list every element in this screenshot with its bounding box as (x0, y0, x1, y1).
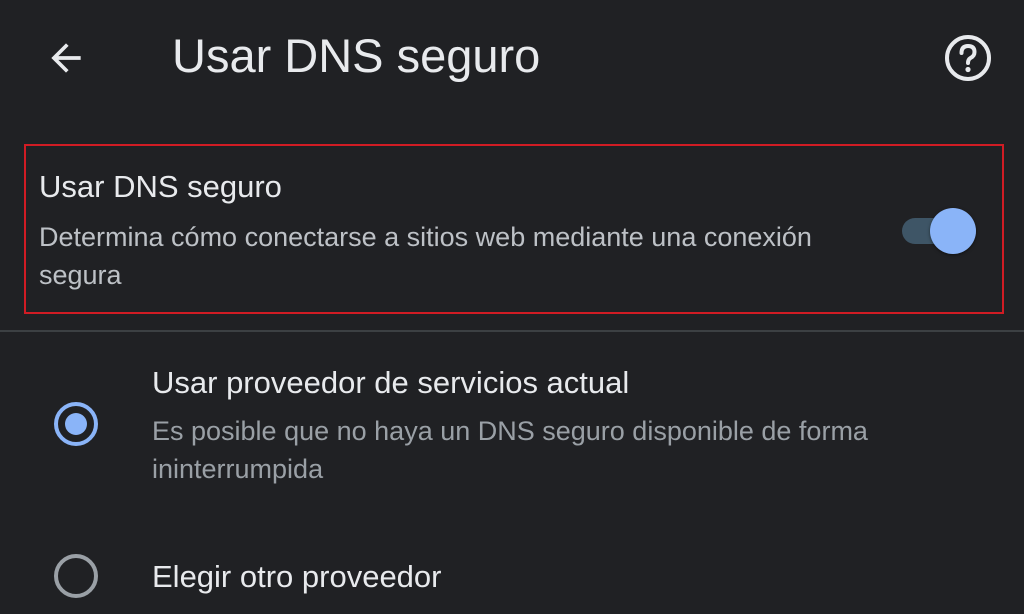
page-title: Usar DNS seguro (172, 29, 541, 82)
help-circle-icon (945, 35, 991, 81)
radio-checked-icon[interactable] (52, 400, 100, 448)
secure-dns-switch[interactable] (902, 204, 980, 256)
option-choose-provider[interactable]: Elegir otro proveedor (0, 540, 1024, 610)
settings-screen: Usar DNS seguro Usar DNS seguro Determin… (0, 0, 1024, 614)
help-button[interactable] (940, 30, 996, 86)
option-current-provider-title: Usar proveedor de servicios actual (152, 365, 630, 400)
secure-dns-title: Usar DNS seguro (39, 169, 282, 204)
app-bar: Usar DNS seguro (0, 0, 1024, 112)
back-button[interactable] (40, 32, 92, 84)
option-current-provider[interactable]: Usar proveedor de servicios actual Es po… (0, 356, 1024, 496)
secure-dns-toggle-row[interactable]: Usar DNS seguro Determina cómo conectars… (24, 144, 1004, 314)
switch-thumb (930, 208, 976, 254)
divider (0, 330, 1024, 332)
radio-unchecked-icon[interactable] (52, 552, 100, 600)
secure-dns-summary: Determina cómo conectarse a sitios web m… (39, 222, 812, 290)
option-choose-provider-title: Elegir otro proveedor (152, 559, 442, 594)
arrow-back-icon (51, 43, 81, 73)
option-current-provider-summary: Es posible que no haya un DNS seguro dis… (152, 416, 868, 484)
